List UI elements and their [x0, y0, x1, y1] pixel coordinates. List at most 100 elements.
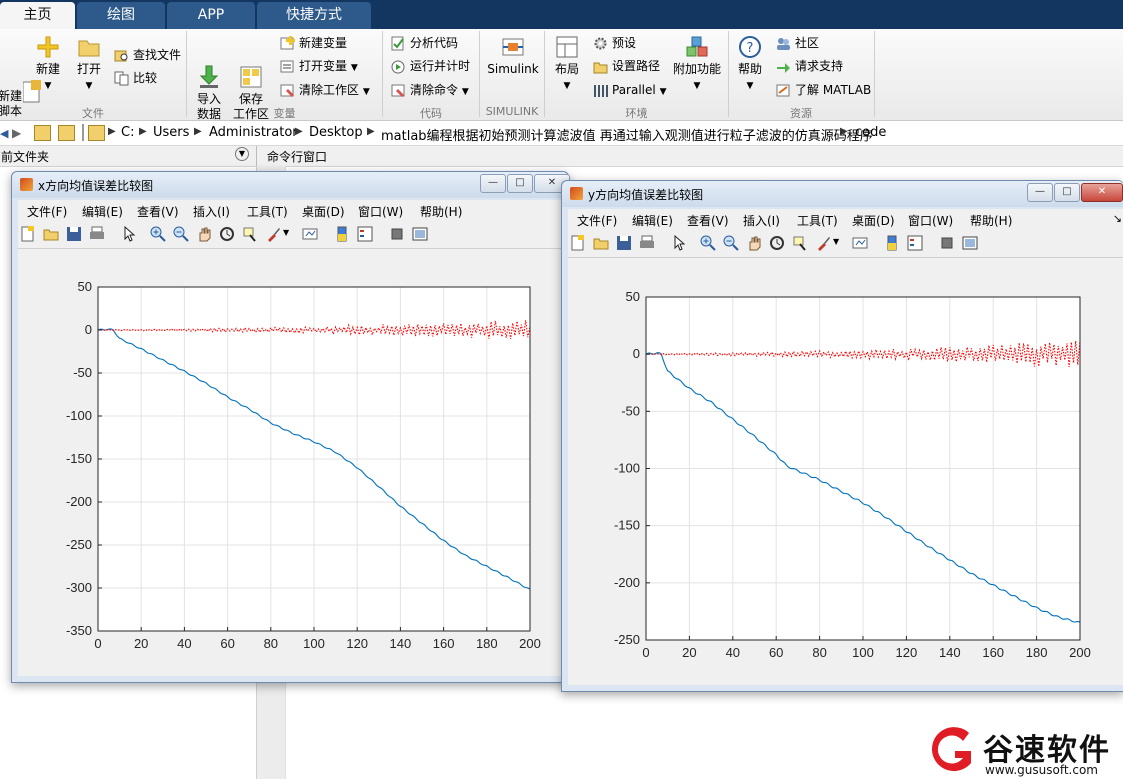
save-icon[interactable]: [616, 235, 632, 251]
data-cursor-icon[interactable]: [792, 235, 808, 251]
data-cursor-icon[interactable]: [242, 226, 258, 242]
colorbar-icon[interactable]: [334, 226, 350, 242]
request-support-button[interactable]: 请求支持: [776, 56, 843, 76]
menu-file[interactable]: 文件(F): [27, 203, 67, 220]
browse-folder-icon[interactable]: [58, 125, 75, 141]
hide-plot-tools-icon[interactable]: [389, 226, 405, 242]
add-ons-button[interactable]: 附加功能 ▼: [673, 35, 721, 94]
compare-button[interactable]: 比较: [114, 68, 157, 88]
link-plot-icon[interactable]: [852, 235, 868, 251]
minimize-icon[interactable]: —: [480, 174, 506, 193]
legend-icon[interactable]: [357, 226, 373, 242]
parallel-button[interactable]: Parallel ▼: [593, 80, 666, 100]
new-button[interactable]: 新建 ▼: [30, 35, 66, 94]
layout-button[interactable]: 布局 ▼: [550, 35, 584, 94]
open-button[interactable]: 打开 ▼: [71, 35, 107, 94]
tab-apps[interactable]: APP: [167, 2, 255, 29]
zoom-out-icon[interactable]: [723, 235, 739, 251]
save-icon[interactable]: [66, 226, 82, 242]
help-button[interactable]: ? 帮助 ▼: [734, 35, 766, 94]
open-file-icon[interactable]: [43, 226, 59, 242]
pan-hand-icon[interactable]: [196, 226, 212, 242]
select-pointer-icon[interactable]: [671, 235, 687, 251]
zoom-in-icon[interactable]: [700, 235, 716, 251]
new-figure-icon[interactable]: [20, 226, 36, 242]
pan-hand-icon[interactable]: [746, 235, 762, 251]
set-path-button[interactable]: 设置路径: [593, 56, 660, 76]
menu-insert[interactable]: 插入(I): [193, 203, 230, 220]
crumb-desktop[interactable]: Desktop: [309, 125, 363, 140]
show-plot-tools-icon[interactable]: [962, 235, 978, 251]
simulink-button[interactable]: Simulink: [487, 35, 539, 77]
figure-window-y[interactable]: y方向均值误差比较图 — □ ✕ 文件(F) 编辑(E) 查看(V) 插入(I)…: [561, 180, 1123, 692]
tab-shortcuts[interactable]: 快捷方式: [257, 2, 371, 29]
figure-titlebar[interactable]: x方向均值误差比较图 — □ ✕: [12, 172, 570, 198]
show-plot-tools-icon[interactable]: [412, 226, 428, 242]
new-script-button[interactable]: 新建 脚本: [0, 35, 41, 134]
clear-workspace-button[interactable]: 清除工作区 ▼: [280, 80, 370, 100]
tab-home[interactable]: 主页: [0, 2, 75, 29]
menu-desktop[interactable]: 桌面(D): [302, 203, 345, 220]
menu-file[interactable]: 文件(F): [577, 212, 617, 229]
menu-view[interactable]: 查看(V): [687, 212, 729, 229]
open-variable-button[interactable]: 打开变量 ▼: [280, 56, 358, 76]
tab-plots[interactable]: 绘图: [77, 2, 165, 29]
minimize-icon[interactable]: —: [1027, 183, 1053, 202]
crumb-project-folder[interactable]: matlab编程根据初始预测计算滤波值 再通过输入观测值进行粒子滤波的仿真源码程…: [381, 125, 873, 144]
link-plot-icon[interactable]: [302, 226, 318, 242]
preferences-button[interactable]: 预设: [593, 33, 636, 53]
community-button[interactable]: 社区: [776, 33, 819, 53]
forward-arrow-icon[interactable]: ▶: [12, 126, 21, 140]
run-and-time-button[interactable]: 运行并计时: [391, 56, 470, 76]
menu-insert[interactable]: 插入(I): [743, 212, 780, 229]
y-error-plot[interactable]: 0 20 40 60 80 100 120 140 160 180 200 50 0 -50 -100 -15…: [568, 258, 1123, 685]
crumb-administrator[interactable]: Administrator: [209, 125, 298, 140]
menu-window[interactable]: 窗口(W): [908, 212, 953, 229]
chevron-down-icon[interactable]: ▼: [833, 237, 839, 246]
current-folder-address-bar[interactable]: ◀ ▶ ▶ C: ▶ Users ▶ Administrator ▶ Deskt…: [0, 121, 1123, 146]
open-file-icon[interactable]: [593, 235, 609, 251]
menu-tools[interactable]: 工具(T): [797, 212, 838, 229]
hide-plot-tools-icon[interactable]: [939, 235, 955, 251]
clear-commands-button[interactable]: 清除命令 ▼: [391, 80, 469, 100]
maximize-icon[interactable]: □: [1054, 183, 1080, 202]
new-figure-icon[interactable]: [570, 235, 586, 251]
menu-tools[interactable]: 工具(T): [247, 203, 288, 220]
maximize-icon[interactable]: □: [507, 174, 533, 193]
menu-window[interactable]: 窗口(W): [358, 203, 403, 220]
menu-edit[interactable]: 编辑(E): [82, 203, 123, 220]
crumb-drive[interactable]: C:: [121, 125, 134, 140]
crumb-users[interactable]: Users: [153, 125, 189, 140]
brush-icon[interactable]: [815, 235, 831, 251]
learn-matlab-button[interactable]: 了解 MATLAB: [776, 80, 871, 100]
print-icon[interactable]: [639, 235, 655, 251]
menu-help[interactable]: 帮助(H): [420, 203, 462, 220]
colorbar-icon[interactable]: [884, 235, 900, 251]
close-icon[interactable]: ✕: [1081, 183, 1123, 202]
new-variable-label: 新建变量: [299, 36, 348, 50]
menu-edit[interactable]: 编辑(E): [632, 212, 673, 229]
zoom-out-icon[interactable]: [173, 226, 189, 242]
brush-icon[interactable]: [265, 226, 281, 242]
menu-view[interactable]: 查看(V): [137, 203, 179, 220]
rotate-3d-icon[interactable]: [219, 226, 235, 242]
figure-window-x[interactable]: x方向均值误差比较图 — □ ✕ 文件(F) 编辑(E) 查看(V) 插入(I)…: [11, 171, 570, 683]
menu-desktop[interactable]: 桌面(D): [852, 212, 895, 229]
figure-titlebar[interactable]: y方向均值误差比较图 — □ ✕: [562, 181, 1123, 207]
chevron-down-icon[interactable]: ▼: [283, 228, 289, 237]
zoom-in-icon[interactable]: [150, 226, 166, 242]
menu-overflow-icon[interactable]: ↘: [1113, 212, 1122, 225]
panel-options-icon[interactable]: ▼: [235, 147, 249, 161]
menu-help[interactable]: 帮助(H): [970, 212, 1012, 229]
up-folder-icon[interactable]: [34, 125, 51, 141]
legend-icon[interactable]: [907, 235, 923, 251]
crumb-code[interactable]: code: [855, 125, 886, 140]
back-arrow-icon[interactable]: ◀: [0, 127, 8, 140]
find-files-button[interactable]: 查找文件: [114, 45, 181, 65]
new-variable-button[interactable]: 新建变量: [280, 33, 347, 53]
rotate-3d-icon[interactable]: [769, 235, 785, 251]
x-error-plot[interactable]: 0 20 40 60 80 100 120 140 160 180 200 50 0 -50 -100 -15…: [18, 249, 562, 676]
select-pointer-icon[interactable]: [121, 226, 137, 242]
print-icon[interactable]: [89, 226, 105, 242]
analyze-code-button[interactable]: 分析代码: [391, 33, 458, 53]
